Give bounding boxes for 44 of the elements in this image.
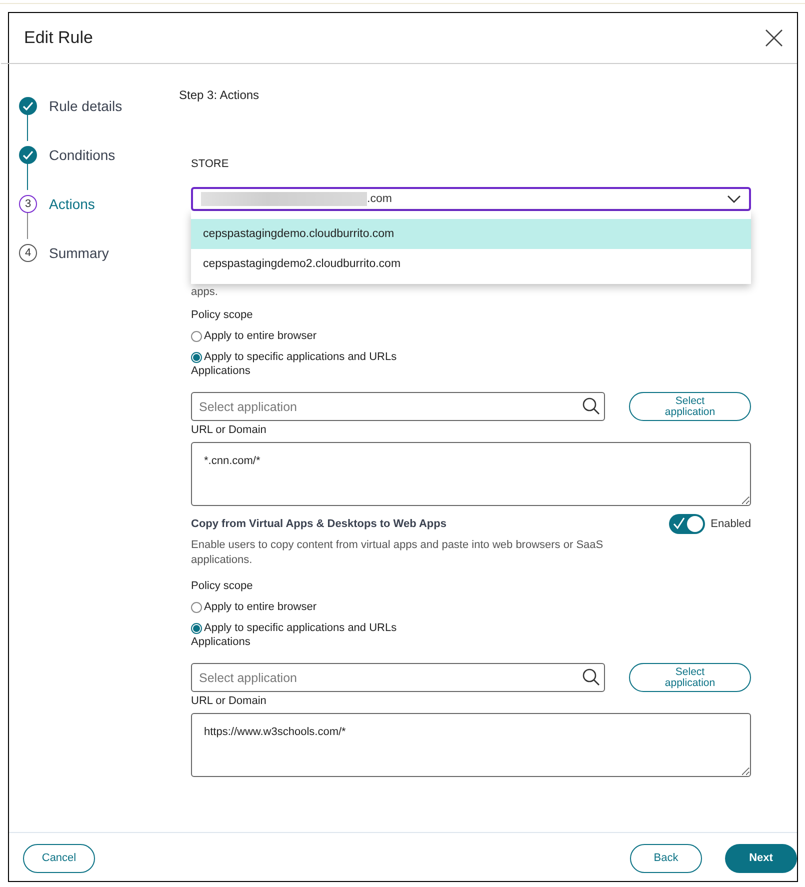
- step-label[interactable]: Rule details: [49, 98, 122, 114]
- field-label: URL or Domain: [191, 424, 268, 437]
- radio-button[interactable]: [191, 602, 202, 612]
- select-application-button[interactable]: Select application: [629, 663, 751, 692]
- step-number: 3: [19, 194, 37, 212]
- step-label[interactable]: Actions: [49, 196, 95, 212]
- field-label: Applications: [191, 365, 252, 378]
- close-icon[interactable]: [765, 29, 783, 47]
- step-label[interactable]: Conditions: [49, 146, 116, 162]
- application-search-field[interactable]: Select application: [191, 392, 605, 421]
- next-button[interactable]: Next: [725, 844, 797, 872]
- dropdown-option[interactable]: cepspastagingdemo2.cloudburrito.com: [191, 249, 751, 279]
- field-label: Applications: [191, 636, 252, 649]
- search-icon: [582, 668, 600, 686]
- toggle-label: Enabled: [710, 518, 751, 530]
- dialog-title: Edit Rule: [24, 28, 93, 48]
- url-field[interactable]: *.cnn.com/*: [191, 442, 751, 506]
- section-title: Copy from Virtual Apps & Desktops to Web Apps: [191, 518, 446, 530]
- group-label: Policy scope: [191, 580, 254, 593]
- toggle-switch[interactable]: [668, 514, 705, 534]
- radio-label[interactable]: Apply to specific applications and URLs: [204, 351, 397, 363]
- back-button[interactable]: Back: [630, 844, 702, 872]
- dropdown-option[interactable]: cepspastagingdemo.cloudburrito.com: [191, 219, 751, 249]
- cancel-button[interactable]: Cancel: [23, 844, 95, 872]
- select-application-button[interactable]: Select application: [629, 392, 751, 421]
- step-number: 4: [19, 244, 37, 262]
- radio-button[interactable]: [191, 352, 202, 362]
- section-description: Enable users to copy content from virtual apps and paste into web browsers or SaaS applications.: [191, 538, 604, 568]
- step-label[interactable]: Summary: [49, 244, 109, 260]
- group-label: Policy scope: [191, 309, 254, 322]
- radio-button[interactable]: [191, 330, 202, 342]
- radio-label[interactable]: Apply to entire browser: [204, 330, 316, 342]
- step-heading: Step 3: Actions: [179, 88, 260, 102]
- radio-label[interactable]: Apply to specific applications and URLs: [204, 622, 397, 634]
- store-dropdown[interactable]: .com: [191, 187, 751, 211]
- application-search-field[interactable]: Select application: [191, 663, 605, 692]
- field-label: URL or Domain: [191, 695, 268, 708]
- field-label: STORE: [191, 158, 230, 170]
- url-field[interactable]: https://www.w3schools.com/*: [191, 713, 751, 777]
- radio-label[interactable]: Apply to entire browser: [204, 601, 316, 613]
- description-text: apps.: [191, 286, 219, 299]
- search-icon: [582, 397, 600, 415]
- chevron-down-icon: [727, 195, 741, 203]
- radio-button[interactable]: [191, 622, 202, 634]
